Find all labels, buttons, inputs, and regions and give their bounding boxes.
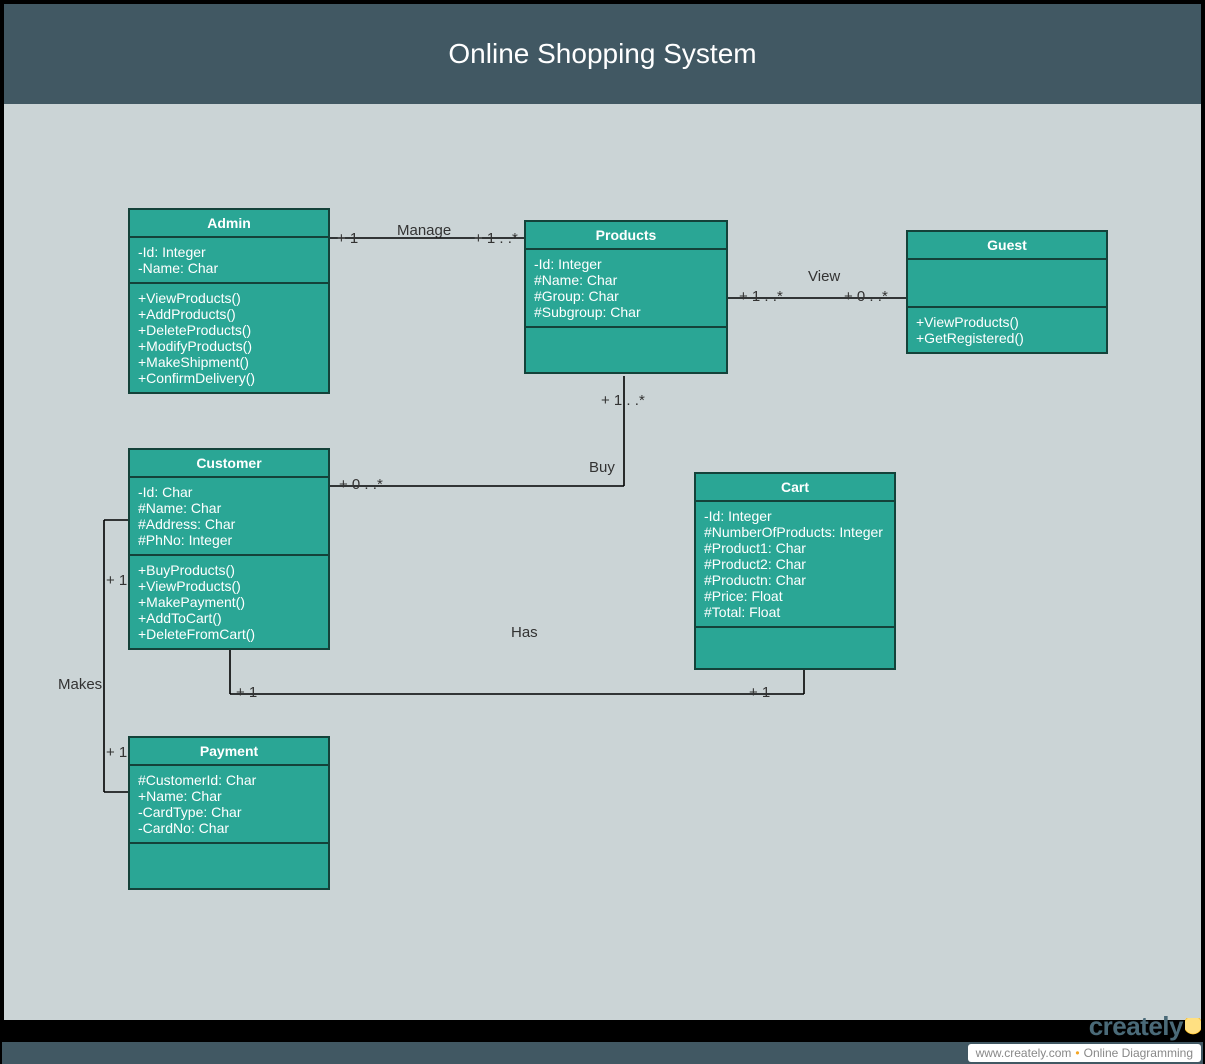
method: +MakePayment()	[138, 594, 320, 610]
class-customer-attributes: -Id: Char #Name: Char #Address: Char #Ph…	[130, 478, 328, 556]
diagram-frame: Online Shopping System Admin -Id: Intege…	[2, 2, 1203, 1022]
method: +AddToCart()	[138, 610, 320, 626]
rel-makes-top: + 1	[106, 572, 127, 589]
lightbulb-icon	[1185, 1018, 1201, 1038]
class-products[interactable]: Products -Id: Integer #Name: Char #Group…	[524, 220, 728, 374]
attr: -Id: Integer	[704, 508, 886, 524]
attr: #Subgroup: Char	[534, 304, 718, 320]
attr: #Product2: Char	[704, 556, 886, 572]
attr: #Group: Char	[534, 288, 718, 304]
class-payment-methods	[130, 844, 328, 888]
class-admin-name: Admin	[130, 210, 328, 238]
method: +MakeShipment()	[138, 354, 320, 370]
class-cart-methods	[696, 628, 894, 668]
class-guest-name: Guest	[908, 232, 1106, 260]
attr: -Id: Char	[138, 484, 320, 500]
attr: -CardNo: Char	[138, 820, 320, 836]
footer-attribution: www.creately.com • Online Diagramming	[968, 1044, 1201, 1062]
class-admin-methods: +ViewProducts() +AddProducts() +DeletePr…	[130, 284, 328, 392]
rel-buy-label: Buy	[589, 459, 615, 476]
attr: #Name: Char	[534, 272, 718, 288]
attr: -Id: Integer	[534, 256, 718, 272]
method: +ConfirmDelivery()	[138, 370, 320, 386]
attr: #CustomerId: Char	[138, 772, 320, 788]
class-admin[interactable]: Admin -Id: Integer -Name: Char +ViewProd…	[128, 208, 330, 394]
footer-sep: •	[1075, 1046, 1079, 1060]
method: +DeleteFromCart()	[138, 626, 320, 642]
method: +ViewProducts()	[916, 314, 1098, 330]
class-products-attributes: -Id: Integer #Name: Char #Group: Char #S…	[526, 250, 726, 328]
class-payment-attributes: #CustomerId: Char +Name: Char -CardType:…	[130, 766, 328, 844]
class-guest[interactable]: Guest +ViewProducts() +GetRegistered()	[906, 230, 1108, 354]
attr: #Product1: Char	[704, 540, 886, 556]
rel-view-right: + 0 . .*	[844, 288, 888, 305]
rel-manage-label: Manage	[397, 222, 451, 239]
rel-makes-label: Makes	[58, 676, 102, 693]
rel-buy-top: + 1 . .*	[601, 392, 645, 409]
class-cart-name: Cart	[696, 474, 894, 502]
attr: #NumberOfProducts: Integer	[704, 524, 886, 540]
title-bar: Online Shopping System	[4, 4, 1201, 104]
rel-has-right: + 1	[749, 684, 770, 701]
class-admin-attributes: -Id: Integer -Name: Char	[130, 238, 328, 284]
diagram-canvas: Admin -Id: Integer -Name: Char +ViewProd…	[4, 104, 1201, 1020]
attr: #Price: Float	[704, 588, 886, 604]
attr: #Productn: Char	[704, 572, 886, 588]
method: +DeleteProducts()	[138, 322, 320, 338]
class-cart[interactable]: Cart -Id: Integer #NumberOfProducts: Int…	[694, 472, 896, 670]
attr: #PhNo: Integer	[138, 532, 320, 548]
class-products-name: Products	[526, 222, 726, 250]
class-payment-name: Payment	[130, 738, 328, 766]
rel-manage-right: + 1 . .*	[474, 230, 518, 247]
attr: #Total: Float	[704, 604, 886, 620]
class-payment[interactable]: Payment #CustomerId: Char +Name: Char -C…	[128, 736, 330, 890]
attr: #Name: Char	[138, 500, 320, 516]
footer-site: www.creately.com	[976, 1046, 1072, 1060]
rel-has-label: Has	[511, 624, 538, 641]
method: +BuyProducts()	[138, 562, 320, 578]
brand-text: creately	[1089, 1011, 1183, 1042]
attr: -Name: Char	[138, 260, 320, 276]
rel-view-left: + 1 . .*	[739, 288, 783, 305]
attr: #Address: Char	[138, 516, 320, 532]
method: +ViewProducts()	[138, 290, 320, 306]
class-guest-methods: +ViewProducts() +GetRegistered()	[908, 308, 1106, 352]
method: +GetRegistered()	[916, 330, 1098, 346]
method: +AddProducts()	[138, 306, 320, 322]
attr: +Name: Char	[138, 788, 320, 804]
rel-view-label: View	[808, 268, 840, 285]
class-products-methods	[526, 328, 726, 372]
method: +ViewProducts()	[138, 578, 320, 594]
diagram-title: Online Shopping System	[448, 38, 756, 70]
rel-makes-bottom: + 1	[106, 744, 127, 761]
class-customer-methods: +BuyProducts() +ViewProducts() +MakePaym…	[130, 556, 328, 648]
attr: -Id: Integer	[138, 244, 320, 260]
rel-has-left: + 1	[236, 684, 257, 701]
rel-manage-left: + 1	[337, 230, 358, 247]
footer-tag: Online Diagramming	[1084, 1046, 1193, 1060]
attr: -CardType: Char	[138, 804, 320, 820]
rel-buy-bottom: + 0 . .*	[339, 476, 383, 493]
class-cart-attributes: -Id: Integer #NumberOfProducts: Integer …	[696, 502, 894, 628]
class-customer-name: Customer	[130, 450, 328, 478]
method: +ModifyProducts()	[138, 338, 320, 354]
class-customer[interactable]: Customer -Id: Char #Name: Char #Address:…	[128, 448, 330, 650]
class-guest-attributes	[908, 260, 1106, 308]
creately-logo: creately	[1089, 1011, 1201, 1042]
